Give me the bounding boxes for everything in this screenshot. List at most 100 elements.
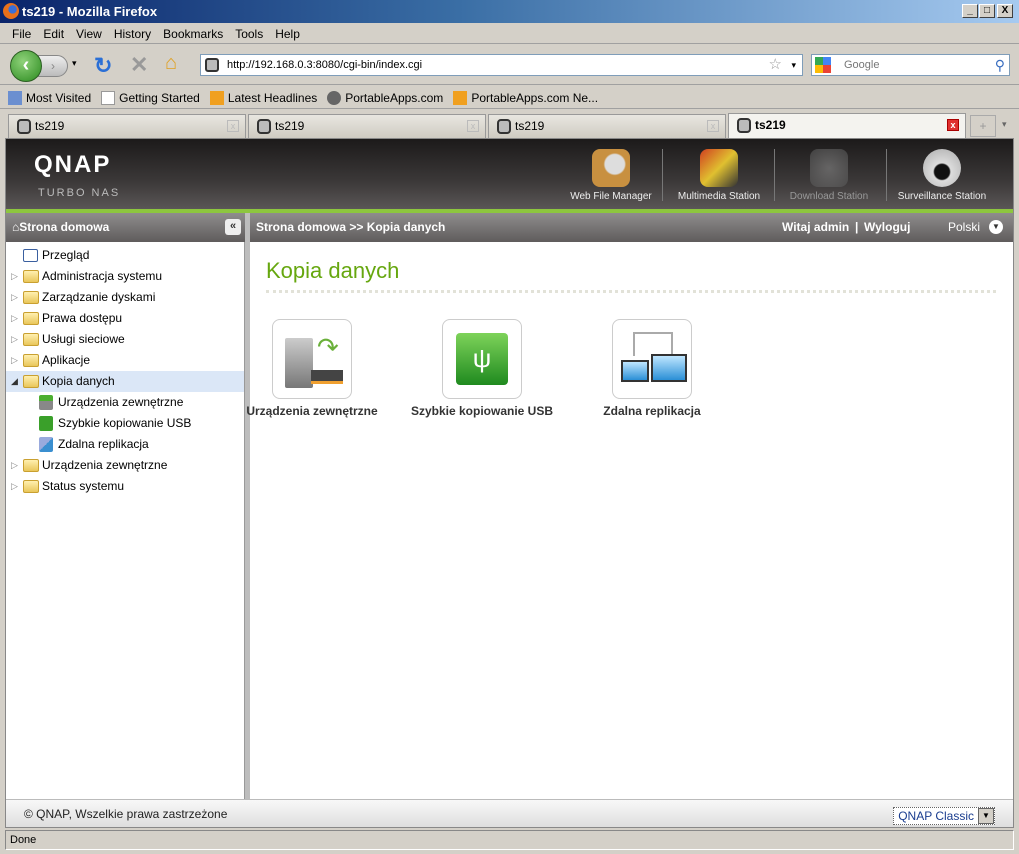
remote-replication-icon: [39, 437, 53, 452]
web-file-manager-icon: [592, 149, 630, 187]
qnap-favicon: [257, 119, 271, 134]
tab-list-dropdown[interactable]: ▾: [1002, 119, 1007, 130]
status-bar: Done: [5, 830, 1014, 850]
breadcrumb: Strona domowa >> Kopia danych: [256, 220, 446, 234]
expand-arrow-icon[interactable]: ▷: [11, 329, 18, 350]
menu-edit[interactable]: Edit: [37, 24, 70, 43]
download-station-icon: [810, 149, 848, 187]
search-input[interactable]: Google ⚲: [811, 54, 1010, 76]
folder-icon: [23, 354, 39, 367]
url-bar[interactable]: http://192.168.0.3:8080/cgi-bin/index.cg…: [200, 54, 803, 76]
tree-item-prawa[interactable]: ▷ Prawa dostępu: [6, 308, 244, 329]
stop-icon[interactable]: ✕: [130, 52, 148, 78]
menu-help[interactable]: Help: [269, 24, 306, 43]
google-icon[interactable]: [815, 57, 831, 73]
tree-item-urzadzenia-child[interactable]: Urządzenia zewnętrzne: [6, 392, 244, 413]
folder-open-icon: [23, 375, 39, 388]
search-placeholder: Google: [844, 59, 880, 71]
menu-bar: File Edit View History Bookmarks Tools H…: [0, 24, 1019, 44]
tree-item-przeglad[interactable]: Przegląd: [6, 245, 244, 266]
menu-file[interactable]: File: [6, 24, 37, 43]
expand-arrow-icon[interactable]: ▷: [11, 455, 18, 476]
station-surveillance[interactable]: Surveillance Station: [887, 145, 997, 202]
tree-item-uslugi[interactable]: ▷ Usługi sieciowe: [6, 329, 244, 350]
station-web-file-manager[interactable]: Web File Manager: [556, 145, 666, 202]
bookmark-getting-started[interactable]: Getting Started: [101, 90, 200, 105]
forward-button[interactable]: ›: [38, 55, 68, 77]
menu-bookmarks[interactable]: Bookmarks: [157, 24, 229, 43]
history-dropdown[interactable]: ▾: [72, 58, 77, 69]
folder-icon: [23, 333, 39, 346]
usb-icon: ψ: [442, 319, 522, 399]
tree-item-urzadzenia[interactable]: ▷ Urządzenia zewnętrzne: [6, 455, 244, 476]
bookmark-portableapps-news[interactable]: PortableApps.com Ne...: [453, 90, 598, 105]
url-dropdown[interactable]: ▾: [791, 55, 796, 75]
menu-view[interactable]: View: [70, 24, 108, 43]
collapse-sidebar-button[interactable]: «: [225, 219, 241, 235]
close-button[interactable]: X: [997, 4, 1013, 18]
tree-item-aplikacje[interactable]: ▷ Aplikacje: [6, 350, 244, 371]
multimedia-station-icon: [700, 149, 738, 187]
sidebar-header: ⌂Strona domowa «: [6, 213, 245, 242]
search-icon[interactable]: ⚲: [995, 55, 1005, 75]
window-titlebar: ts219 - Mozilla Firefox _ □ X: [0, 0, 1019, 23]
minimize-button[interactable]: _: [962, 4, 978, 18]
tree-item-kopia-danych[interactable]: ◢ Kopia danych: [6, 371, 244, 392]
station-download[interactable]: Download Station: [774, 145, 884, 202]
tree-item-administracja[interactable]: ▷ Administracja systemu: [6, 266, 244, 287]
tab-4-active[interactable]: ts219 x: [728, 113, 966, 138]
bookmark-most-visited[interactable]: Most Visited: [8, 90, 91, 105]
expand-arrow-icon[interactable]: ▷: [11, 287, 18, 308]
item-usb-quick-copy[interactable]: ψ Szybkie kopiowanie USB: [402, 319, 562, 418]
close-tab-icon[interactable]: x: [227, 120, 239, 132]
sidebar-tree: Przegląd ▷ Administracja systemu ▷ Zarządz…: [6, 242, 245, 799]
tree-item-status[interactable]: ▷ Status systemu: [6, 476, 244, 497]
expand-arrow-icon[interactable]: ▷: [11, 266, 18, 287]
expand-arrow-icon[interactable]: ▷: [11, 308, 18, 329]
new-tab-button[interactable]: +: [970, 115, 996, 137]
expand-arrow-icon[interactable]: ▷: [11, 350, 18, 371]
maximize-button[interactable]: □: [979, 4, 995, 18]
logout-link[interactable]: Wyloguj: [864, 213, 910, 242]
qnap-favicon: [497, 119, 511, 134]
back-button[interactable]: ‹: [10, 50, 42, 82]
bookmark-latest-headlines[interactable]: Latest Headlines: [209, 90, 317, 105]
station-multimedia[interactable]: Multimedia Station: [664, 145, 774, 202]
menu-history[interactable]: History: [108, 24, 157, 43]
item-remote-replication[interactable]: Zdalna replikacja: [572, 319, 732, 418]
tab-3[interactable]: ts219 x: [488, 114, 726, 138]
expand-arrow-icon[interactable]: ▷: [11, 476, 18, 497]
language-dropdown-icon[interactable]: ▼: [989, 220, 1003, 234]
folder-icon: [23, 312, 39, 325]
bookmark-star-icon[interactable]: ☆: [769, 55, 782, 75]
tree-item-dyski[interactable]: ▷ Zarządzanie dyskami: [6, 287, 244, 308]
item-external-devices[interactable]: ↷ Urządzenia zewnętrzne: [232, 319, 392, 418]
reload-icon[interactable]: ↻: [94, 53, 112, 79]
home-icon[interactable]: ⌂: [165, 52, 177, 75]
menu-tools[interactable]: Tools: [229, 24, 269, 43]
main-content: Kopia danych ↷ Urządzenia zewnętrzne ψ S…: [246, 242, 1013, 799]
chevron-down-icon[interactable]: ▼: [978, 808, 994, 824]
qnap-favicon: [737, 118, 751, 133]
copyright: © QNAP, Wszelkie prawa zastrzeżone: [24, 807, 228, 821]
rss-icon: [453, 90, 468, 105]
close-tab-icon[interactable]: x: [947, 119, 959, 131]
language-select[interactable]: Polski: [948, 213, 980, 242]
most-visited-icon: [8, 90, 22, 105]
collapse-arrow-icon[interactable]: ◢: [11, 371, 18, 392]
tab-1[interactable]: ts219 x: [8, 114, 246, 138]
folder-icon: [23, 480, 39, 493]
tab-2[interactable]: ts219 x: [248, 114, 486, 138]
tree-item-usb-copy[interactable]: Szybkie kopiowanie USB: [6, 413, 244, 434]
tree-item-replikacja[interactable]: Zdalna replikacja: [6, 434, 244, 455]
bookmark-portableapps[interactable]: PortableApps.com: [327, 90, 443, 105]
external-device-icon: [39, 395, 53, 410]
qnap-subtitle: Turbo NAS: [38, 187, 121, 199]
overview-icon: [23, 249, 38, 262]
folder-icon: [23, 459, 39, 472]
theme-select[interactable]: QNAP Classic ▼: [893, 807, 995, 825]
site-icon: [205, 58, 219, 72]
folder-icon: [23, 291, 39, 304]
close-tab-icon[interactable]: x: [467, 120, 479, 132]
close-tab-icon[interactable]: x: [707, 120, 719, 132]
